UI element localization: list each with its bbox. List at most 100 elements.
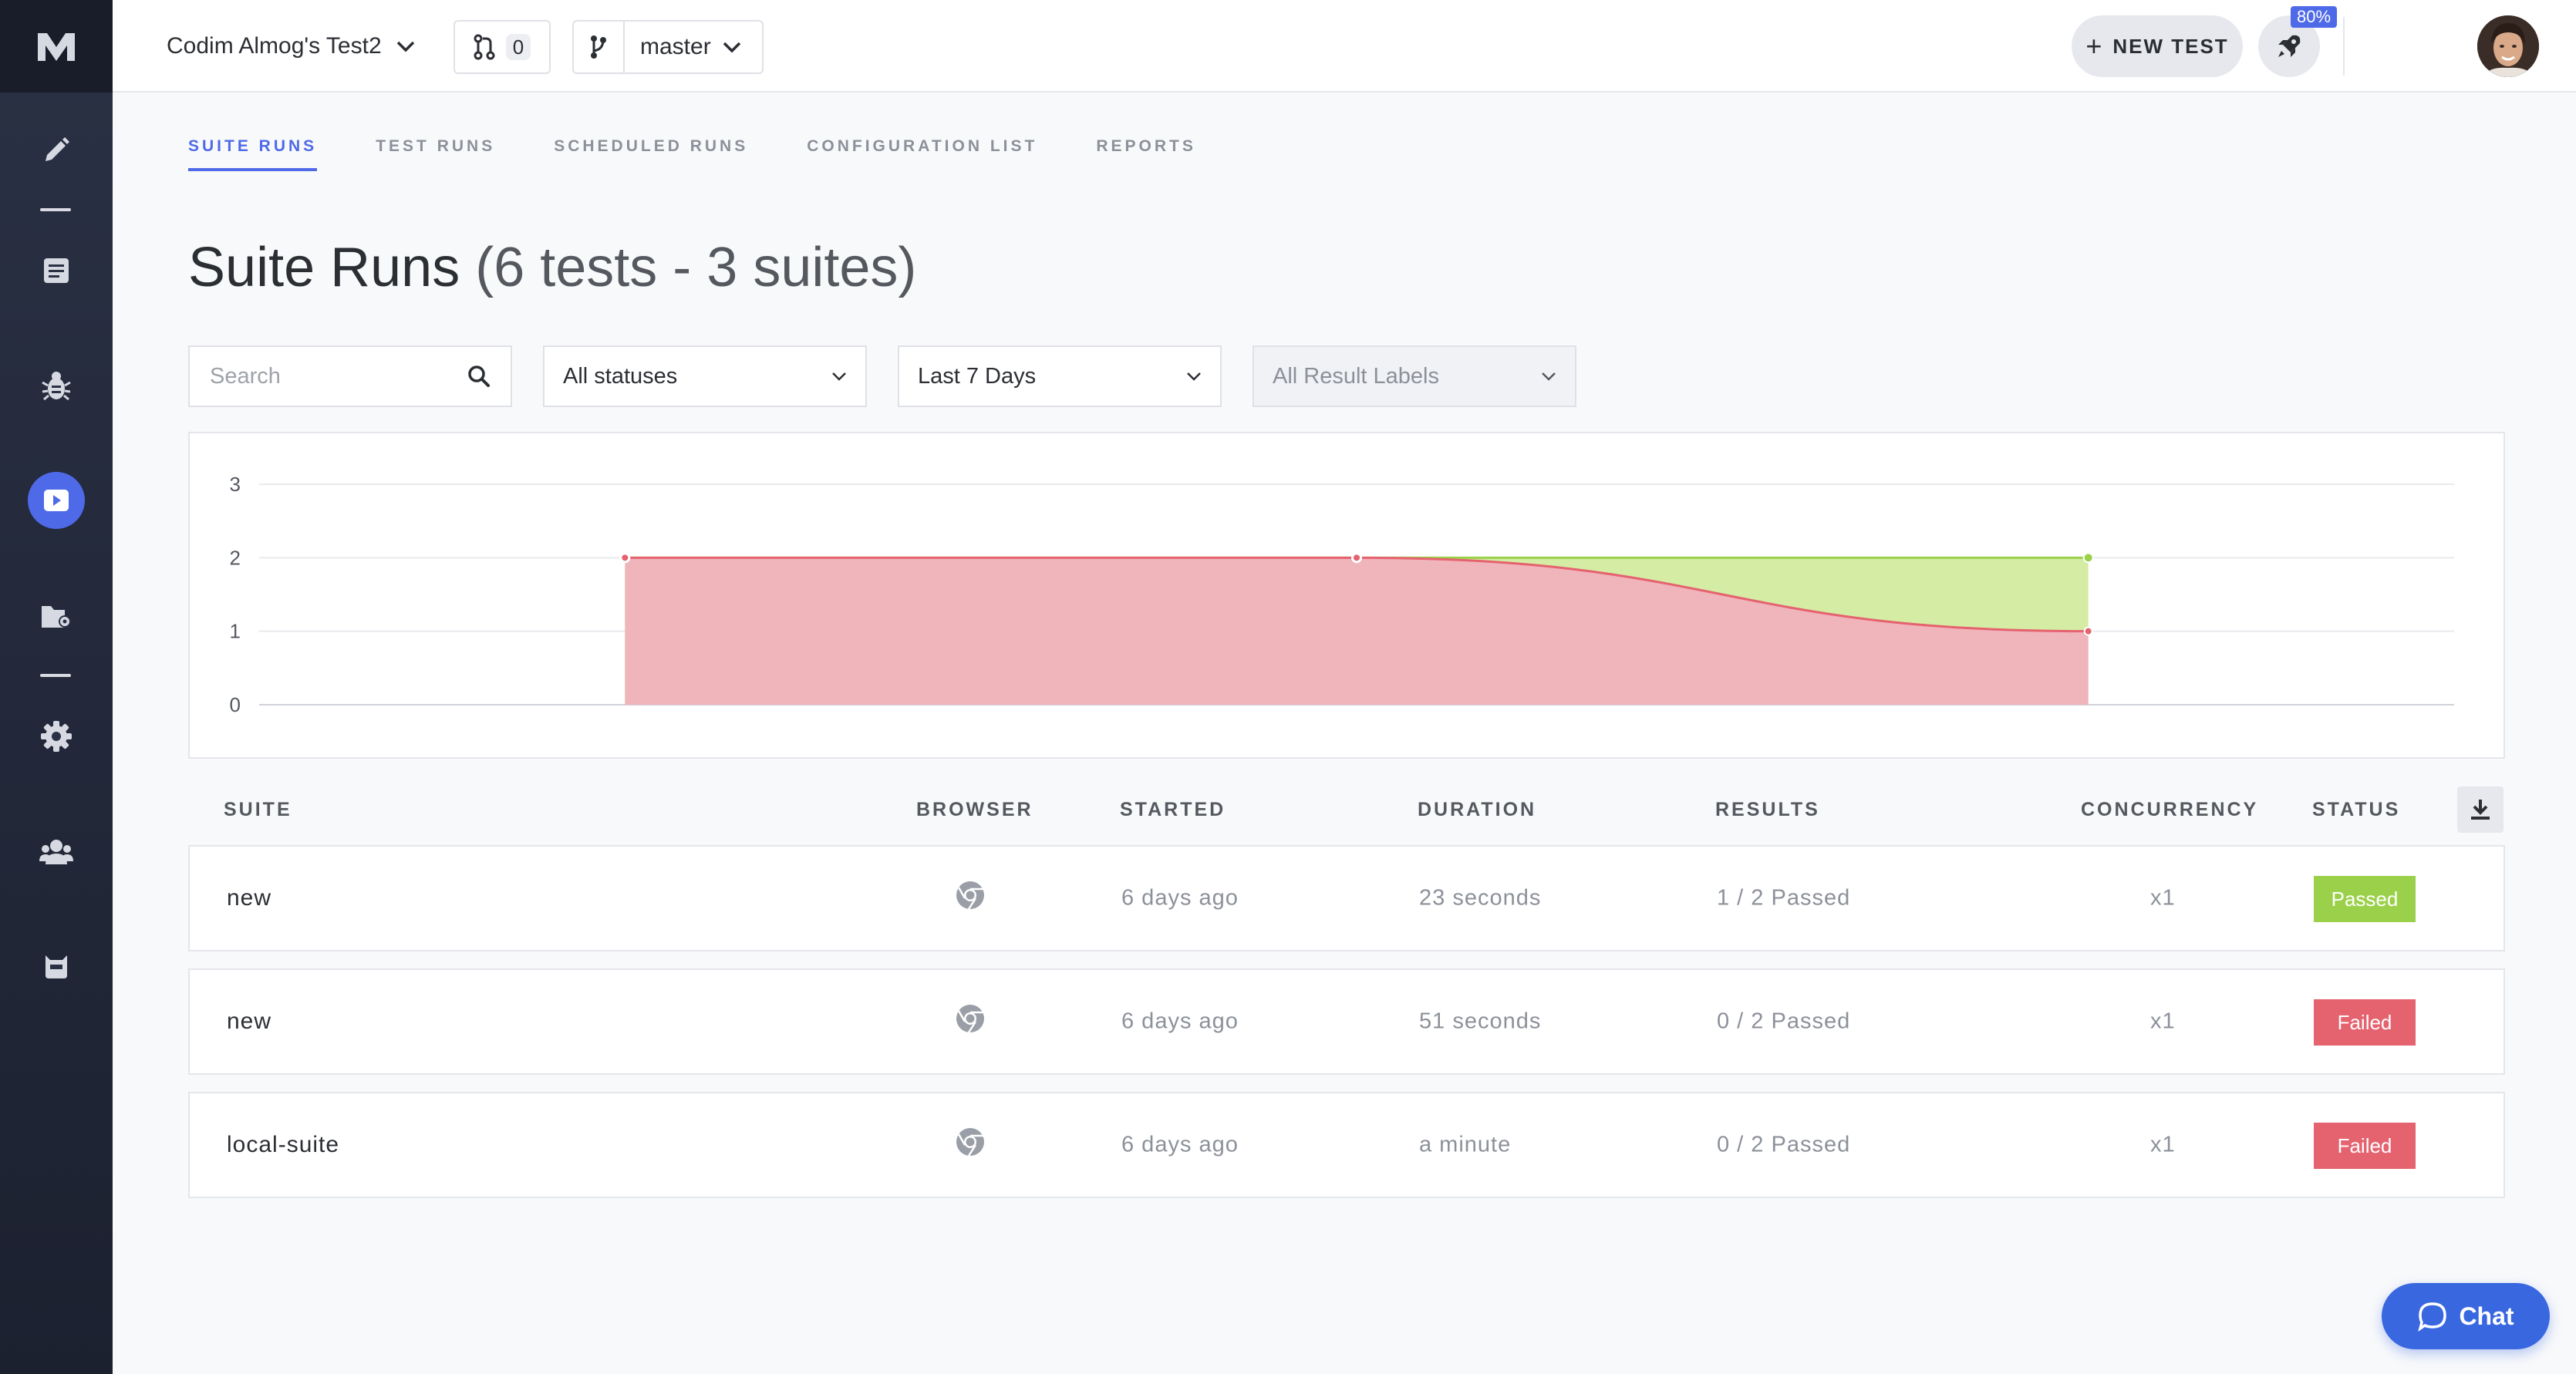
column-header-started[interactable]: STARTED bbox=[1120, 799, 1226, 821]
page-title-subtitle: (6 tests - 3 suites) bbox=[475, 237, 917, 298]
duration: a minute bbox=[1419, 1132, 1512, 1157]
date-range-filter[interactable]: Last 7 Days bbox=[898, 345, 1222, 407]
chevron-down-icon bbox=[1187, 372, 1201, 381]
result-labels-value: All Result Labels bbox=[1273, 363, 1439, 389]
tab-reports[interactable]: REPORTS bbox=[1096, 137, 1196, 171]
tab-suite-runs[interactable]: SUITE RUNS bbox=[188, 137, 318, 171]
chat-label: Chat bbox=[2459, 1302, 2514, 1330]
logo[interactable] bbox=[0, 0, 113, 93]
download-icon bbox=[2471, 800, 2490, 820]
chart-point-failed bbox=[2083, 626, 2093, 636]
column-header-results[interactable]: RESULTS bbox=[1715, 799, 1820, 821]
pull-request-count: 0 bbox=[506, 34, 531, 60]
new-test-button[interactable]: + NEW TEST bbox=[2072, 15, 2243, 77]
results: 1 / 2 Passed bbox=[1717, 885, 1851, 911]
chart-y-tick-label: 3 bbox=[230, 473, 241, 496]
tab-test-runs[interactable]: TEST RUNS bbox=[376, 137, 495, 171]
download-button[interactable] bbox=[2457, 786, 2504, 833]
column-header-status[interactable]: STATUS bbox=[2312, 799, 2400, 821]
suite-name[interactable]: new bbox=[227, 885, 271, 911]
chart-point-failed bbox=[620, 553, 630, 563]
column-header-duration[interactable]: DURATION bbox=[1418, 799, 1536, 821]
status-badge: Failed bbox=[2314, 1123, 2416, 1169]
duration: 23 seconds bbox=[1419, 885, 1542, 911]
started-time: 6 days ago bbox=[1121, 1009, 1239, 1034]
chrome-icon bbox=[955, 1126, 986, 1164]
avatar[interactable] bbox=[2477, 15, 2539, 77]
branch-selector[interactable]: master bbox=[572, 20, 764, 74]
page-title-main: Suite Runs bbox=[188, 237, 460, 298]
sidebar-item-team[interactable] bbox=[0, 817, 113, 887]
column-header-suite[interactable]: SUITE bbox=[224, 799, 292, 821]
bug-icon bbox=[42, 372, 71, 401]
pull-request-icon bbox=[474, 34, 495, 60]
sidebar-divider bbox=[40, 674, 71, 677]
avatar-image bbox=[2477, 15, 2539, 77]
suite-name[interactable]: new bbox=[227, 1009, 271, 1035]
branch-name: master bbox=[640, 34, 711, 59]
page-title: Suite Runs (6 tests - 3 suites) bbox=[188, 236, 916, 299]
plus-icon: + bbox=[2085, 30, 2104, 62]
notification-badge: 80% bbox=[2291, 6, 2338, 28]
status-badge: Passed bbox=[2314, 876, 2416, 922]
project-selector[interactable]: Codim Almog's Test2 bbox=[167, 28, 416, 65]
started-time: 6 days ago bbox=[1121, 1132, 1239, 1157]
runs-tabs: SUITE RUNS TEST RUNS SCHEDULED RUNS CONF… bbox=[188, 137, 1196, 171]
suite-name[interactable]: local-suite bbox=[227, 1132, 339, 1158]
status-filter-value: All statuses bbox=[563, 363, 678, 389]
search-box bbox=[188, 345, 512, 407]
table-header: SUITE BROWSER STARTED DURATION RESULTS C… bbox=[188, 779, 2505, 840]
sidebar-item-tests[interactable] bbox=[0, 236, 113, 305]
tab-scheduled-runs[interactable]: SCHEDULED RUNS bbox=[554, 137, 748, 171]
column-header-concurrency[interactable]: CONCURRENCY bbox=[2081, 799, 2258, 821]
chat-bubble-icon bbox=[2418, 1302, 2447, 1332]
project-name: Codim Almog's Test2 bbox=[167, 33, 382, 59]
table-row[interactable]: new 6 days ago 51 seconds 0 / 2 Passed x… bbox=[188, 968, 2505, 1075]
status-filter[interactable]: All statuses bbox=[543, 345, 867, 407]
chart-svg: 0 1 2 3 bbox=[230, 473, 2454, 716]
tab-configuration-list[interactable]: CONFIGURATION LIST bbox=[807, 137, 1037, 171]
sidebar-item-editor[interactable] bbox=[0, 116, 113, 185]
chat-button[interactable]: Chat bbox=[2382, 1283, 2550, 1349]
sidebar-active-indicator bbox=[28, 472, 85, 529]
chevron-down-icon bbox=[723, 42, 741, 53]
started-time: 6 days ago bbox=[1121, 885, 1239, 911]
document-icon bbox=[44, 258, 69, 283]
sidebar-item-suites[interactable] bbox=[0, 581, 113, 651]
pencil-icon bbox=[46, 137, 69, 161]
chart-point-failed bbox=[1352, 553, 1361, 563]
table-row[interactable]: local-suite 6 days ago a minute 0 / 2 Pa… bbox=[188, 1092, 2505, 1198]
gear-icon bbox=[41, 721, 72, 752]
date-range-value: Last 7 Days bbox=[918, 363, 1037, 389]
suite-runs-chart: 0 1 2 3 bbox=[188, 432, 2505, 759]
chevron-down-icon bbox=[1542, 372, 1556, 381]
sidebar bbox=[0, 0, 113, 1374]
search-input[interactable] bbox=[210, 363, 441, 389]
search-icon[interactable] bbox=[467, 365, 491, 388]
results: 0 / 2 Passed bbox=[1717, 1009, 1851, 1034]
robot-icon bbox=[46, 955, 67, 978]
chart-y-tick-label: 2 bbox=[230, 546, 241, 569]
header-divider bbox=[2343, 17, 2345, 76]
branch-icon bbox=[591, 35, 606, 59]
branch-icon-wrap bbox=[574, 22, 625, 72]
result-labels-filter[interactable]: All Result Labels bbox=[1253, 345, 1576, 407]
sidebar-item-integrations[interactable] bbox=[0, 931, 113, 1001]
chrome-icon bbox=[955, 1003, 986, 1040]
sidebar-item-settings[interactable] bbox=[0, 702, 113, 771]
chart-y-tick-label: 0 bbox=[230, 693, 241, 716]
play-icon bbox=[44, 490, 69, 511]
folder-settings-icon bbox=[42, 606, 71, 628]
sidebar-item-bugs[interactable] bbox=[0, 352, 113, 421]
pull-requests-button[interactable]: 0 bbox=[453, 20, 551, 74]
concurrency: x1 bbox=[2150, 885, 2176, 911]
chrome-icon bbox=[955, 880, 986, 917]
concurrency: x1 bbox=[2150, 1132, 2176, 1157]
chevron-down-icon bbox=[396, 41, 414, 52]
status-badge: Failed bbox=[2314, 999, 2416, 1046]
sidebar-item-runs[interactable] bbox=[0, 466, 113, 535]
users-icon bbox=[39, 840, 73, 864]
table-row[interactable]: new 6 days ago 23 seconds 1 / 2 Passed x… bbox=[188, 845, 2505, 951]
chart-y-tick-label: 1 bbox=[230, 620, 241, 643]
column-header-browser[interactable]: BROWSER bbox=[916, 799, 1033, 821]
